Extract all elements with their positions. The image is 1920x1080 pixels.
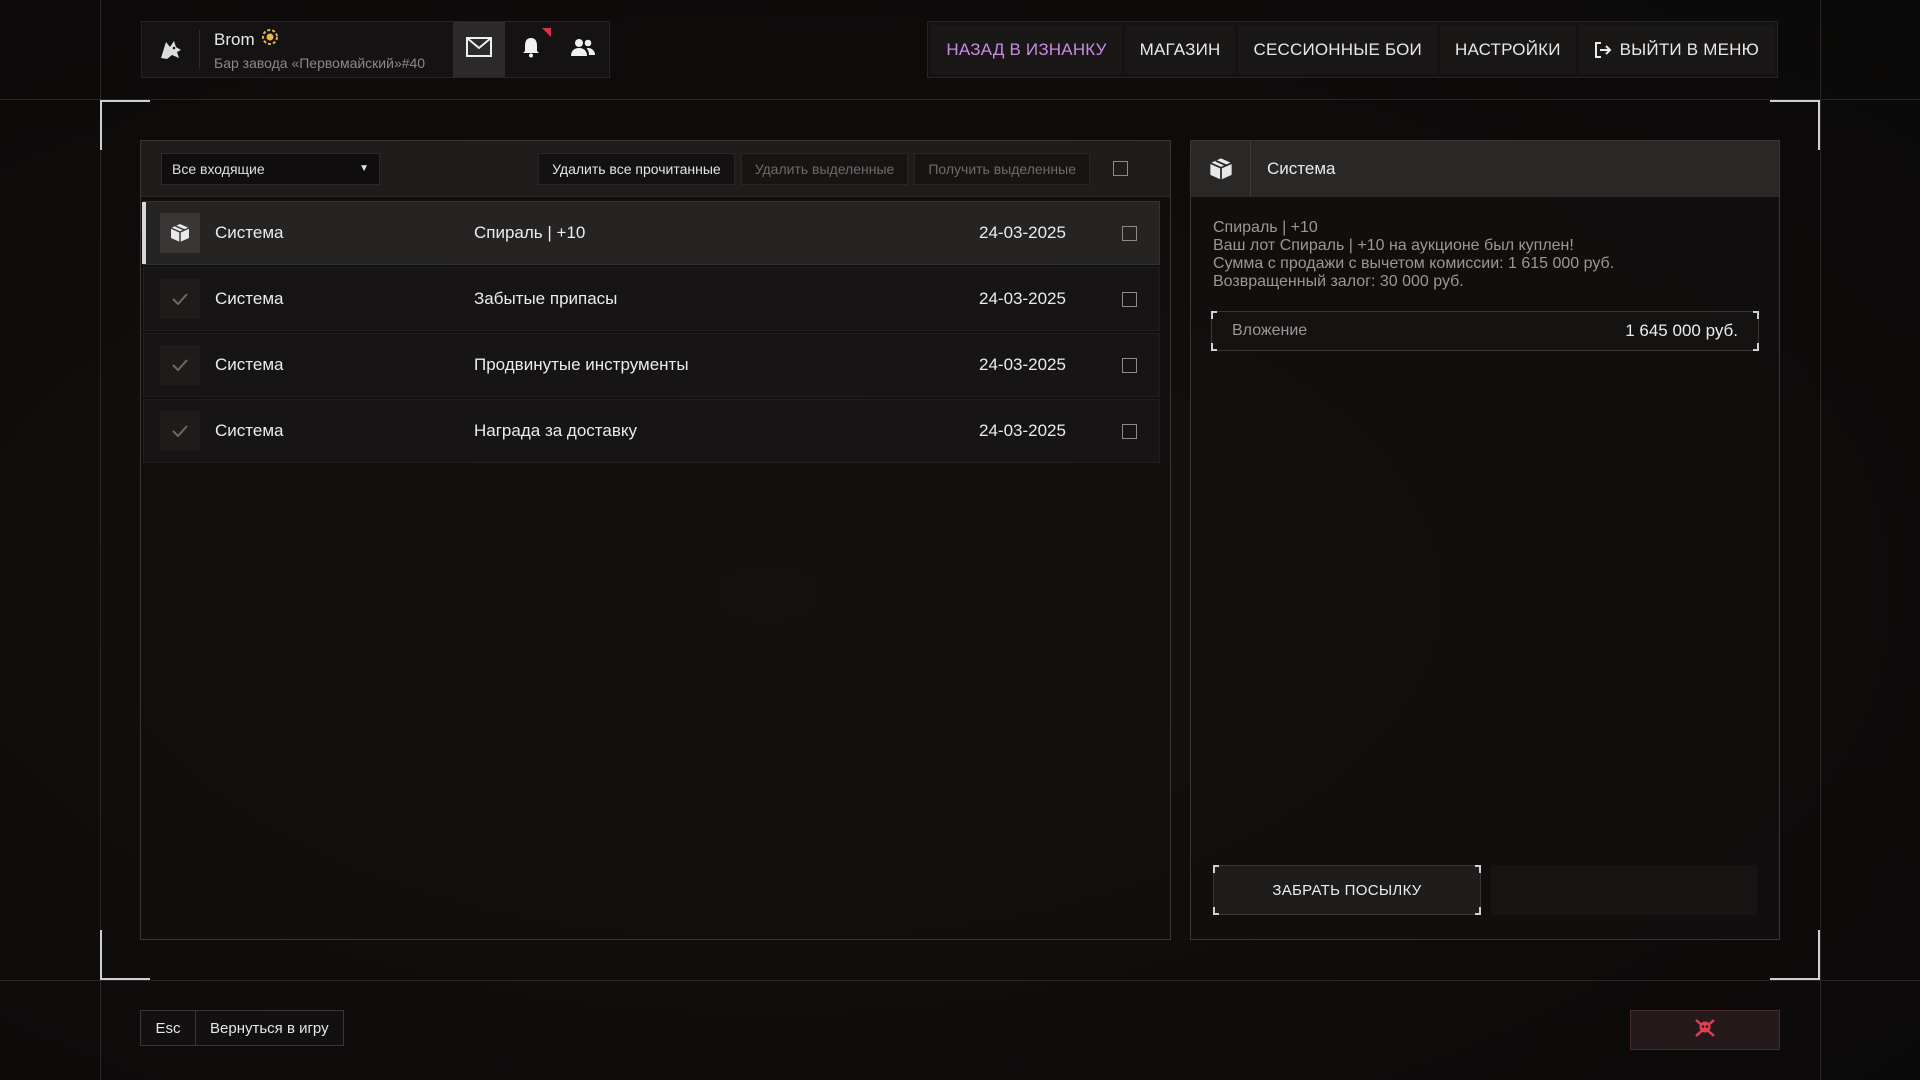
message-list: Система Спираль | +10 24-03-2025 Система… [141, 197, 1170, 463]
message-row[interactable]: Система Забытые припасы 24-03-2025 [143, 267, 1160, 331]
mail-button[interactable] [453, 22, 505, 77]
message-checkbox-wrap [1099, 225, 1159, 241]
message-checkbox[interactable] [1121, 357, 1137, 373]
detail-line: Спираль | +10 [1213, 219, 1318, 236]
check-icon [160, 411, 200, 451]
mail-toolbar: Все входящие ▼ Удалить все прочитанные У… [141, 141, 1170, 197]
user-info: Brom Бар завода «Первомайский»#40 [200, 22, 453, 77]
bracket-corner [1475, 907, 1481, 915]
message-checkbox-wrap [1099, 423, 1159, 439]
frame-line-right [1820, 0, 1821, 1080]
message-checkbox[interactable] [1121, 291, 1137, 307]
check-icon [160, 279, 200, 319]
message-row[interactable]: Система Награда за доставку 24-03-2025 [143, 399, 1160, 463]
nav-back-to-underside[interactable]: НАЗАД В ИЗНАНКУ [931, 25, 1122, 74]
user-name-row: Brom [214, 28, 439, 51]
message-subject: Продвинутые инструменты [474, 355, 689, 374]
caret-down-icon: ▼ [359, 163, 369, 174]
top-navigation: НАЗАД В ИЗНАНКУ МАГАЗИН СЕССИОННЫЕ БОИ Н… [927, 21, 1778, 78]
bracket-corner [1213, 865, 1219, 873]
nav-shop[interactable]: МАГАЗИН [1124, 25, 1236, 74]
skull-button[interactable] [1630, 1010, 1780, 1050]
delete-read-button[interactable]: Удалить все прочитанные [538, 152, 735, 185]
detail-line: Сумма с продажи с вычетом комиссии: 1 61… [1213, 255, 1615, 272]
message-sender: Система [215, 289, 284, 308]
mail-icon [466, 37, 492, 62]
package-icon [1191, 141, 1251, 197]
nav-settings[interactable]: НАСТРОЙКИ [1439, 25, 1576, 74]
attachment-box: Вложение 1 645 000 руб. [1211, 311, 1759, 351]
return-to-game-label: Вернуться в игру [210, 1019, 329, 1037]
message-checkbox[interactable] [1121, 225, 1137, 241]
claim-package-label: ЗАБРАТЬ ПОСЫЛКУ [1272, 881, 1422, 899]
return-to-game-button[interactable]: Esc Вернуться в игру [140, 1010, 344, 1046]
detail-line: Возвращенный залог: 30 000 руб. [1213, 273, 1464, 290]
detail-line: Ваш лот Спираль | +10 на аукционе был ку… [1213, 237, 1574, 254]
notifications-button[interactable] [505, 22, 557, 77]
rank-badge-icon [261, 28, 279, 51]
select-all-wrap [1090, 161, 1150, 176]
detail-sender: Система [1267, 159, 1336, 178]
detail-body: Спираль | +10 Ваш лот Спираль | +10 на а… [1191, 197, 1779, 291]
message-date: 24-03-2025 [979, 421, 1066, 440]
message-checkbox-wrap [1099, 291, 1159, 307]
friends-icon [571, 37, 595, 62]
attachment-label: Вложение [1232, 322, 1308, 339]
frame-line-left [100, 0, 101, 1080]
receive-selected-button[interactable]: Получить выделенные [914, 152, 1090, 185]
message-subject: Награда за доставку [474, 421, 637, 440]
delete-selected-button[interactable]: Удалить выделенные [740, 152, 909, 185]
claim-row: ЗАБРАТЬ ПОСЫЛКУ [1213, 865, 1757, 915]
bracket-corner [1753, 311, 1759, 319]
mail-filter-select[interactable]: Все входящие ▼ [161, 152, 380, 185]
message-row[interactable]: Система Продвинутые инструменты 24-03-20… [143, 333, 1160, 397]
message-row[interactable]: Система Спираль | +10 24-03-2025 [142, 201, 1160, 265]
friends-button[interactable] [557, 22, 609, 77]
user-bar: Brom Бар завода «Первомайский»#40 [141, 21, 610, 78]
message-subject: Спираль | +10 [474, 223, 586, 242]
message-date: 24-03-2025 [979, 223, 1066, 242]
message-sender: Система [215, 223, 284, 242]
esc-key-label: Esc [141, 1011, 196, 1045]
select-all-checkbox[interactable] [1112, 161, 1128, 176]
message-sender: Система [215, 421, 284, 440]
mail-list-panel: Все входящие ▼ Удалить все прочитанные У… [140, 140, 1171, 940]
user-name: Brom [214, 29, 255, 49]
message-date: 24-03-2025 [979, 289, 1066, 308]
bracket-corner [1475, 865, 1481, 873]
bracket-corner [1211, 343, 1217, 351]
wolf-logo-icon[interactable] [142, 30, 200, 69]
message-detail-panel: Система Спираль | +10 Ваш лот Спираль | … [1190, 140, 1780, 940]
bracket-corner [1213, 907, 1219, 915]
nav-exit-to-menu[interactable]: ВЫЙТИ В МЕНЮ [1578, 25, 1774, 74]
logout-icon [1594, 41, 1612, 59]
detail-header: Система [1191, 141, 1779, 197]
frame-line-bottom [0, 980, 1920, 981]
user-location: Бар завода «Первомайский»#40 [214, 55, 426, 71]
message-checkbox-wrap [1099, 357, 1159, 373]
notification-indicator [542, 28, 551, 37]
message-subject: Забытые припасы [474, 289, 618, 308]
nav-session-battles[interactable]: СЕССИОННЫЕ БОИ [1238, 25, 1437, 74]
bracket-corner [1211, 311, 1217, 319]
bell-icon [521, 36, 541, 63]
bracket-corner [1753, 343, 1759, 351]
frame-line-top [0, 99, 1920, 100]
claim-package-button[interactable]: ЗАБРАТЬ ПОСЫЛКУ [1213, 865, 1481, 915]
claim-secondary-slot [1491, 865, 1757, 915]
nav-exit-label: ВЫЙТИ В МЕНЮ [1619, 39, 1759, 59]
message-sender: Система [215, 355, 284, 374]
check-icon [160, 345, 200, 385]
skull-icon [1694, 1018, 1716, 1043]
mail-filter-value: Все входящие [172, 160, 265, 177]
message-checkbox[interactable] [1121, 423, 1137, 439]
attachment-value: 1 645 000 руб. [1625, 321, 1738, 340]
message-date: 24-03-2025 [979, 355, 1066, 374]
package-icon [160, 213, 200, 253]
